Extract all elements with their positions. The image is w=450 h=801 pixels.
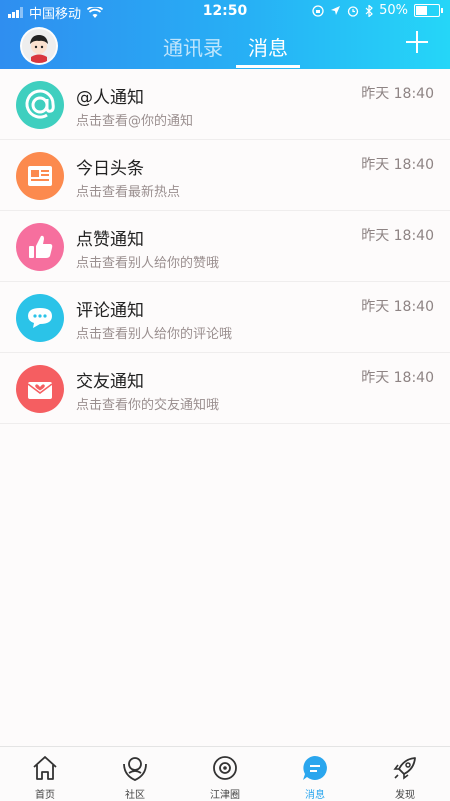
- thumbs-up-icon: [16, 223, 64, 271]
- plus-icon[interactable]: [406, 31, 428, 53]
- item-time: 昨天 18:40: [361, 86, 434, 102]
- item-title: 交友通知: [76, 372, 144, 392]
- home-icon: [33, 756, 57, 780]
- item-title: 评论通知: [76, 301, 144, 321]
- item-description: 点击查看别人给你的评论哦: [76, 327, 233, 342]
- active-tab-indicator: [236, 65, 300, 68]
- community-icon: [123, 757, 147, 781]
- heart-mail-icon: [16, 365, 64, 413]
- item-time: 昨天 18:40: [361, 157, 434, 173]
- status-bar: 中国移动 12:50 50%: [0, 0, 450, 22]
- list-item[interactable]: 评论通知 点击查看别人给你的评论哦 昨天 18:40: [0, 282, 450, 353]
- bottom-tab-bar: 首页 社区 江津圈 消息 发现: [0, 746, 450, 801]
- tab-messages-bottom[interactable]: 消息: [270, 747, 360, 801]
- newspaper-icon: [16, 152, 64, 200]
- tab-community[interactable]: 社区: [90, 747, 180, 801]
- item-description: 点击查看最新热点: [76, 185, 181, 200]
- at-icon: [16, 81, 64, 129]
- item-title: 点赞通知: [76, 230, 144, 250]
- planet-icon: [213, 756, 237, 780]
- user-avatar-icon: [22, 29, 56, 63]
- list-item[interactable]: 点赞通知 点击查看别人给你的赞哦 昨天 18:40: [0, 211, 450, 282]
- battery-icon: [414, 4, 443, 17]
- item-description: 点击查看@你的通知: [76, 114, 194, 129]
- avatar[interactable]: [20, 27, 58, 65]
- app-header: 中国移动 12:50 50% 通讯录 消息: [0, 0, 450, 69]
- alarm-icon: [347, 5, 359, 17]
- item-time: 昨天 18:40: [361, 370, 434, 386]
- tab-contacts[interactable]: 通讯录: [163, 32, 223, 61]
- item-time: 昨天 18:40: [361, 228, 434, 244]
- tab-community-label: 社区: [125, 790, 145, 801]
- orientation-lock-icon: [312, 4, 324, 17]
- tab-home-label: 首页: [35, 790, 55, 801]
- tab-messages-label: 消息: [305, 790, 325, 801]
- location-icon: [331, 6, 341, 15]
- tab-messages[interactable]: 消息: [248, 32, 288, 61]
- item-title: 今日头条: [76, 159, 144, 179]
- list-item[interactable]: @人通知 点击查看@你的通知 昨天 18:40: [0, 69, 450, 140]
- item-description: 点击查看你的交友通知哦: [76, 398, 220, 413]
- rocket-icon: [393, 757, 416, 780]
- list-item[interactable]: 交友通知 点击查看你的交友通知哦 昨天 18:40: [0, 353, 450, 424]
- item-title: @人通知: [76, 88, 144, 108]
- tab-discover-label: 发现: [395, 790, 415, 801]
- tab-home[interactable]: 首页: [0, 747, 90, 801]
- battery-percent: 50%: [379, 3, 408, 18]
- tab-jiangjin-circle[interactable]: 江津圈: [180, 747, 270, 801]
- list-item[interactable]: 今日头条 点击查看最新热点 昨天 18:40: [0, 140, 450, 211]
- message-list: @人通知 点击查看@你的通知 昨天 18:40 今日头条 点击查看最新热点 昨天…: [0, 69, 450, 424]
- item-description: 点击查看别人给你的赞哦: [76, 256, 220, 271]
- tab-discover[interactable]: 发现: [360, 747, 450, 801]
- bluetooth-icon: [365, 4, 373, 17]
- item-time: 昨天 18:40: [361, 299, 434, 315]
- tab-jiangjin-label: 江津圈: [210, 790, 240, 801]
- comment-icon: [16, 294, 64, 342]
- message-icon: [303, 756, 327, 780]
